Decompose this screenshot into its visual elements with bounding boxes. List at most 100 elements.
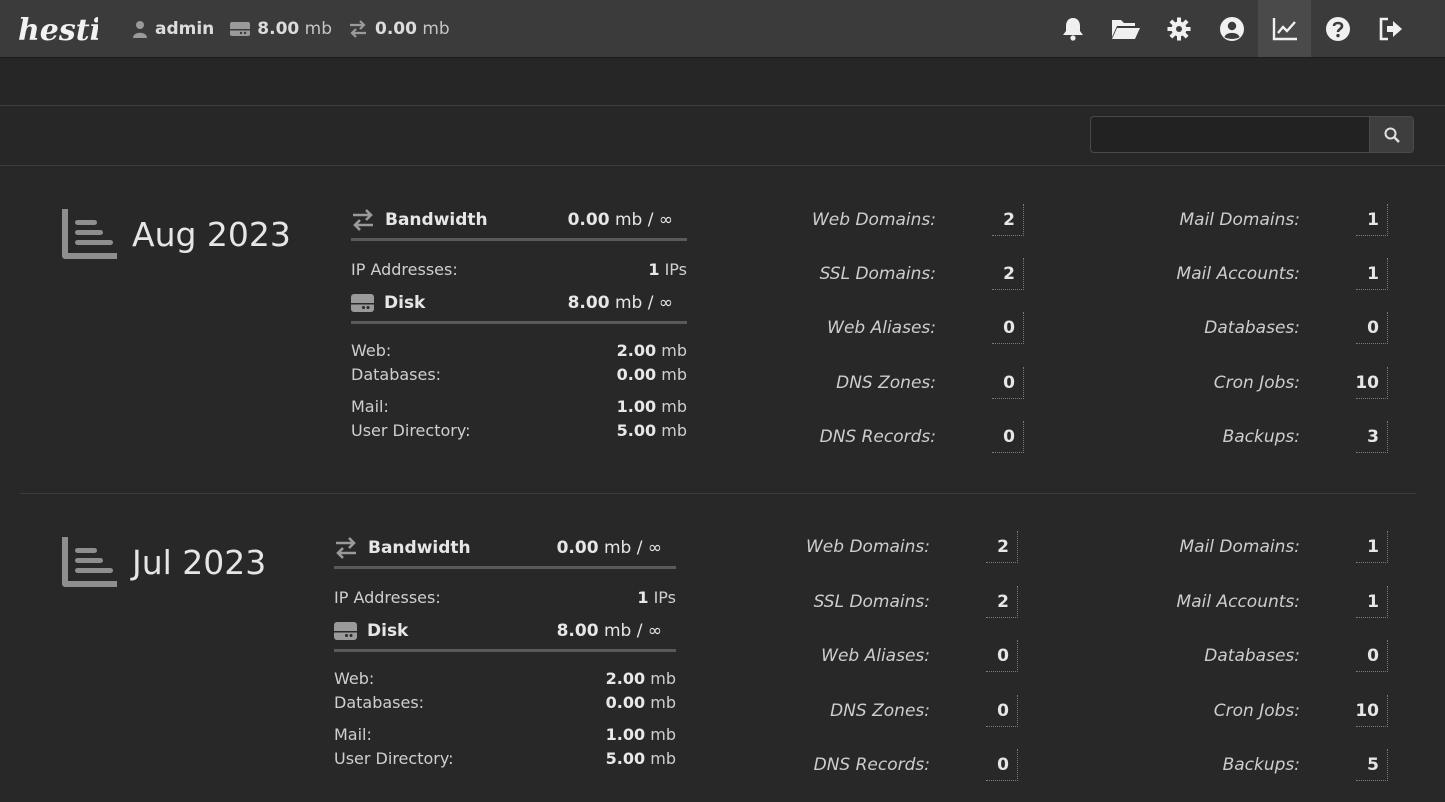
stat-value: 2 xyxy=(992,258,1024,290)
user-directory-label: User Directory: xyxy=(351,421,471,440)
stat-label: Cron Jobs: xyxy=(1213,373,1300,393)
databases-usage-value: 0.00 xyxy=(605,693,646,712)
stat-label: Web Aliases: xyxy=(821,646,930,666)
bandwidth-label: Bandwidth xyxy=(385,210,488,230)
web-usage-unit: mb xyxy=(661,341,687,360)
ip-addresses-value: 1 xyxy=(637,588,649,607)
stat-dns-records: DNS Records: 0 xyxy=(820,421,1024,453)
stat-label: Web Aliases: xyxy=(827,318,936,338)
bandwidth-header: Bandwidth 0.00 mb / ∞ xyxy=(351,202,687,241)
bandwidth-value: 0.00 xyxy=(567,210,610,230)
search-button[interactable] xyxy=(1369,117,1413,152)
hestia-logo[interactable]: hestia xyxy=(18,6,120,54)
stat-label: Backups: xyxy=(1222,427,1300,447)
top-bar: hestia admin 8.00 mb 0.00 mb xyxy=(0,0,1445,58)
chart-line-icon xyxy=(1272,17,1297,40)
bandwidth-header: Bandwidth 0.00 mb / ∞ xyxy=(334,530,676,569)
svg-text:hestia: hestia xyxy=(18,13,98,48)
stat-label: Mail Accounts: xyxy=(1176,592,1300,612)
databases-usage-row: Databases: 0.00 mb xyxy=(334,691,676,715)
mail-usage-row: Mail: 1.00 mb xyxy=(334,723,676,747)
bandwidth-unit: mb / ∞ xyxy=(614,210,673,230)
usage-column: Bandwidth 0.00 mb / ∞ IP Addresses: 1 IP… xyxy=(351,202,687,443)
disk-header: Disk 8.00 mb / ∞ xyxy=(351,285,687,324)
server-settings-button[interactable] xyxy=(1152,0,1205,57)
stat-label: Mail Domains: xyxy=(1179,210,1301,230)
usage-column: Bandwidth 0.00 mb / ∞ IP Addresses: 1 IP… xyxy=(334,530,676,771)
stat-value: 10 xyxy=(1355,695,1388,727)
disk-value: 8.00 xyxy=(556,621,599,641)
stat-mail-accounts: Mail Accounts: 1 xyxy=(1177,586,1388,618)
user-directory-row: User Directory: 5.00 mb xyxy=(334,747,676,771)
stat-label: SSL Domains: xyxy=(819,264,936,284)
stat-value: 5 xyxy=(1356,749,1388,781)
folder-open-icon xyxy=(1111,19,1140,39)
user-directory-value: 5.00 xyxy=(605,749,646,768)
stat-dns-zones: DNS Zones: 0 xyxy=(836,367,1024,399)
stat-label: Web Domains: xyxy=(811,210,936,230)
user-icon xyxy=(133,20,147,38)
user-directory-unit: mb xyxy=(661,421,687,440)
user-directory-label: User Directory: xyxy=(334,749,454,768)
databases-usage-label: Databases: xyxy=(351,365,442,384)
mail-usage-label: Mail: xyxy=(351,397,389,416)
user-directory-value: 5.00 xyxy=(616,421,657,440)
bandwidth-value: 0.00 xyxy=(556,538,599,558)
web-usage-value: 2.00 xyxy=(616,341,657,360)
exchange-icon xyxy=(336,537,356,559)
stat-value: 0 xyxy=(986,640,1018,672)
user-info: admin 8.00 mb 0.00 mb xyxy=(132,0,450,57)
stat-label: Databases: xyxy=(1204,318,1300,338)
stat-value: 2 xyxy=(986,586,1018,618)
stat-value: 1 xyxy=(1356,531,1388,563)
statistics-button[interactable] xyxy=(1258,0,1311,57)
disk-label: Disk xyxy=(367,621,409,641)
stat-value: 0 xyxy=(992,312,1024,344)
notifications-button[interactable] xyxy=(1046,0,1099,57)
stat-value: 0 xyxy=(986,749,1018,781)
month-label: Jul 2023 xyxy=(132,542,267,582)
users-button[interactable] xyxy=(1205,0,1258,57)
stat-label: DNS Zones: xyxy=(836,373,936,393)
month-title: Aug 2023 xyxy=(61,208,291,260)
ip-addresses-unit: IPs xyxy=(664,260,687,279)
web-usage-unit: mb xyxy=(650,669,676,688)
ip-addresses-row: IP Addresses: 1 IPs xyxy=(334,586,676,610)
stat-label: DNS Records: xyxy=(813,755,930,775)
stat-label: Mail Accounts: xyxy=(1176,264,1300,284)
stat-value: 2 xyxy=(986,531,1018,563)
disk-header: Disk 8.00 mb / ∞ xyxy=(334,613,676,652)
user-directory-unit: mb xyxy=(650,749,676,768)
file-manager-button[interactable] xyxy=(1099,0,1152,57)
stat-cron-jobs: Cron Jobs: 10 xyxy=(1214,367,1388,399)
stat-label: DNS Zones: xyxy=(830,701,930,721)
stat-label: Databases: xyxy=(1204,646,1300,666)
web-usage-value: 2.00 xyxy=(605,669,646,688)
disk-usage-value: 8.00 xyxy=(257,18,300,39)
stat-value: 0 xyxy=(1356,640,1388,672)
logout-button[interactable] xyxy=(1364,0,1417,57)
ip-addresses-label: IP Addresses: xyxy=(351,260,458,279)
stat-value: 10 xyxy=(1355,367,1388,399)
databases-usage-row: Databases: 0.00 mb xyxy=(351,363,687,387)
bandwidth-usage-unit: mb xyxy=(422,18,450,39)
question-circle-icon xyxy=(1325,16,1350,41)
search-input[interactable] xyxy=(1091,117,1369,152)
disk-label: Disk xyxy=(384,293,426,313)
mail-usage-value: 1.00 xyxy=(616,397,657,416)
stat-mail-domains: Mail Domains: 1 xyxy=(1179,204,1388,236)
disk-usage-unit: mb xyxy=(304,18,333,39)
stat-value: 1 xyxy=(1356,258,1388,290)
username[interactable]: admin xyxy=(155,19,214,39)
stat-databases: Databases: 0 xyxy=(1204,312,1388,344)
bandwidth-usage-value: 0.00 xyxy=(375,18,417,39)
help-button[interactable] xyxy=(1311,0,1364,57)
disk-unit: mb / ∞ xyxy=(603,621,662,641)
bandwidth-unit: mb / ∞ xyxy=(603,538,662,558)
stat-value: 1 xyxy=(1356,204,1388,236)
stat-backups: Backups: 5 xyxy=(1223,749,1388,781)
stat-label: Backups: xyxy=(1222,755,1300,775)
toolbar xyxy=(1046,0,1417,57)
stat-value: 0 xyxy=(1356,312,1388,344)
exchange-icon xyxy=(350,19,367,38)
